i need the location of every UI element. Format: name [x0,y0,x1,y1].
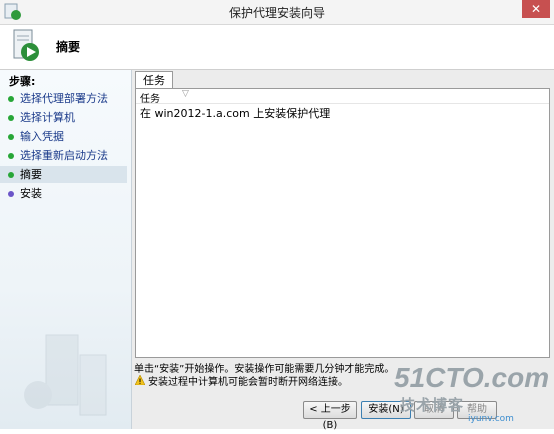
warning-text: 安装过程中计算机可能会暂时断开网络连接。 [148,377,348,388]
step-label: 选择计算机 [20,111,75,124]
wizard-header: 摘要 [0,25,554,70]
steps-sidebar: 步骤: 选择代理部署方法 选择计算机 输入凭据 选择重新启动方法 摘要 安装 [0,70,132,429]
step-item-install: 安装 [0,185,127,202]
step-item-credentials[interactable]: 输入凭据 [0,128,127,145]
status-dot-icon [8,96,14,102]
close-button[interactable]: ✕ [522,0,550,18]
list-item[interactable]: 在 win2012-1.a.com 上安装保护代理 [140,105,330,121]
status-dot-icon [8,134,14,140]
step-item-restart-method[interactable]: 选择重新启动方法 [0,147,127,164]
status-dot-icon [8,153,14,159]
window-title: 保护代理安装向导 [228,6,325,20]
protection-agent-icon [13,29,39,61]
page-title: 摘要 [56,40,81,54]
back-button[interactable]: < 上一步(B) [303,401,357,431]
status-dot-icon [8,191,14,197]
watermark-site: iyunv.com [468,414,514,424]
status-dot-icon [8,115,14,121]
step-label: 安装 [20,187,42,200]
step-label: 输入凭据 [20,130,64,143]
column-header-task[interactable]: 任务 [140,90,160,105]
step-item-deploy-method[interactable]: 选择代理部署方法 [0,90,127,107]
step-label: 摘要 [20,168,42,181]
step-item-summary[interactable]: 摘要 [0,166,127,183]
tab-tasks[interactable]: 任务 [135,71,173,89]
watermark: 51CTO.com 技术博客 iyunv.com [388,362,550,426]
list-header: 任务 ▽ [136,89,549,105]
steps-heading: 步骤: [9,75,36,88]
task-list: 任务 ▽ 在 win2012-1.a.com 上安装保护代理 [135,88,550,358]
sort-arrow-icon: ▽ [182,89,189,99]
step-label: 选择重新启动方法 [20,149,108,162]
status-dot-icon [8,172,14,178]
watermark-main: 51CTO.com [394,362,550,393]
title-bar: 保护代理安装向导 ✕ [0,0,554,25]
warning-icon [135,375,145,385]
step-item-select-computer[interactable]: 选择计算机 [0,109,127,126]
watermark-sub: 技术博客 [400,396,465,414]
server-illustration-icon [24,334,107,416]
step-label: 选择代理部署方法 [20,92,108,105]
